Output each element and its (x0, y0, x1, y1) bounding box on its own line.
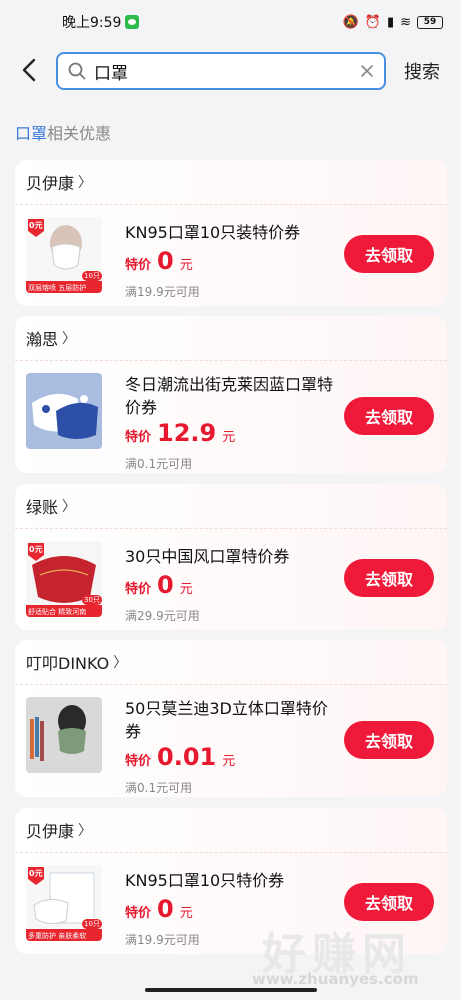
search-input[interactable]: 口罩 (56, 52, 386, 90)
search-button[interactable]: 搜索 (404, 58, 440, 84)
wifi-icon: ≋ (400, 14, 411, 30)
related-keyword: 口罩 (15, 124, 48, 143)
shop-name: 绿账 (26, 498, 59, 517)
chevron-right-icon: 〉 (62, 331, 77, 347)
thumb-tag: 0元 (29, 545, 43, 554)
watermark-url: www.zhuanyes.com (252, 970, 419, 988)
close-icon[interactable] (360, 64, 374, 78)
shop-link[interactable]: 绿账〉 (15, 484, 447, 528)
claim-button[interactable]: 去领取 (344, 235, 434, 273)
price-label: 特价 (125, 754, 152, 769)
claim-button[interactable]: 去领取 (344, 721, 434, 759)
shop-name: 贝伊康 (26, 174, 75, 193)
chevron-right-icon: 〉 (62, 499, 77, 515)
shop-link[interactable]: 贝伊康〉 (15, 808, 447, 852)
claim-button[interactable]: 去领取 (344, 397, 434, 435)
thumb-caption: 双层熔喷 五层防护 (28, 284, 87, 292)
mask-product-icon (26, 697, 102, 773)
related-suffix: 相关优惠 (47, 124, 112, 143)
search-header: 口罩 搜索 (0, 48, 461, 92)
product-image: 0元 双层熔喷 五层防护 10只 (26, 217, 102, 293)
shop-link[interactable]: 叮叩DINKO 〉 (15, 640, 447, 684)
alarm-icon: ⏰ (364, 14, 381, 30)
price-label: 特价 (125, 582, 152, 597)
coupon-title: KN95口罩10只装特价券 (125, 223, 301, 242)
back-button[interactable] (16, 56, 42, 84)
coupon-condition: 满0.1元可用 (125, 457, 193, 471)
price-label: 特价 (125, 430, 152, 445)
coupon-title: 冬日潮流出街克莱因蓝口罩特价券 (125, 375, 334, 417)
coupon-card: 贝伊康〉 0元 双层熔喷 五层防护 10只 KN95口罩10只装特价券 特价 0… (15, 160, 447, 306)
chevron-left-icon (22, 58, 36, 82)
coupon-condition: 满29.9元可用 (125, 609, 200, 623)
price-label: 特价 (125, 906, 152, 921)
signal-icon: ▮ (386, 14, 395, 30)
price-unit: 元 (179, 906, 193, 921)
price-value: 0.01 (157, 743, 217, 771)
coupon-condition: 满19.9元可用 (125, 933, 200, 947)
coupon-title: 30只中国风口罩特价券 (125, 547, 290, 566)
price-unit: 元 (222, 430, 236, 445)
shop-name: 叮叩DINKO (26, 654, 110, 673)
price-value: 0 (157, 895, 174, 923)
coupon-body: 0元 舒适贴合 精致河南 30只 30只中国风口罩特价券 特价 0 元 满29.… (15, 528, 447, 630)
price-unit: 元 (179, 582, 193, 597)
wechat-notification-icon (125, 15, 140, 29)
price-unit: 元 (222, 754, 236, 769)
related-deals-title: 口罩相关优惠 (15, 120, 111, 144)
price-label: 特价 (125, 258, 152, 273)
site-watermark: 好赚网 www.zhuanyes.com (252, 918, 452, 998)
mute-icon: 🔕 (342, 14, 359, 30)
product-image: 0元 多重防护 亲肤柔软 10只 (26, 865, 102, 941)
thumb-tag: 0元 (29, 221, 43, 230)
shop-link[interactable]: 瀚思〉 (15, 316, 447, 360)
price-value: 0 (157, 571, 174, 599)
price-value: 12.9 (157, 419, 217, 447)
coupon-condition: 满0.1元可用 (125, 781, 193, 795)
shop-name: 贝伊康 (26, 822, 75, 841)
battery-indicator: 59 (417, 15, 443, 29)
coupon-card: 叮叩DINKO 〉 50只莫兰迪3D立体口罩特价券 特价 0.01 元 满0.1元… (15, 640, 447, 797)
price-row: 特价 0 元 (125, 247, 193, 275)
coupon-title: 50只莫兰迪3D立体口罩特价券 (125, 699, 328, 741)
price-unit: 元 (179, 258, 193, 273)
shop-name: 瀚思 (26, 330, 59, 349)
chevron-right-icon: 〉 (113, 655, 128, 671)
coupon-condition: 满19.9元可用 (125, 285, 200, 299)
coupon-body: 0元 双层熔喷 五层防护 10只 KN95口罩10只装特价券 特价 0 元 满1… (15, 204, 447, 306)
thumb-badge: 10只 (82, 271, 102, 281)
shop-link[interactable]: 贝伊康〉 (15, 160, 447, 204)
status-bar: 晚上9:59 🔕 ⏰ ▮ ≋ 59 (0, 0, 461, 44)
chevron-right-icon: 〉 (78, 175, 93, 191)
status-time: 晚上9:59 (62, 15, 122, 31)
price-row: 特价 0 元 (125, 895, 193, 923)
thumb-caption: 多重防护 亲肤柔软 (28, 932, 87, 940)
coupon-body: 50只莫兰迪3D立体口罩特价券 特价 0.01 元 满0.1元可用 去领取 (15, 684, 447, 797)
coupon-card: 瀚思〉 冬日潮流出街克莱因蓝口罩特价券 特价 12.9 元 满0.1元可用 去领… (15, 316, 447, 473)
coupon-card: 绿账〉 0元 舒适贴合 精致河南 30只 30只中国风口罩特价券 特价 0 元 … (15, 484, 447, 630)
coupon-body: 冬日潮流出街克莱因蓝口罩特价券 特价 12.9 元 满0.1元可用 去领取 (15, 360, 447, 473)
status-left: 晚上9:59 (62, 12, 140, 32)
search-value[interactable]: 口罩 (94, 59, 360, 84)
claim-button[interactable]: 去领取 (344, 559, 434, 597)
price-value: 0 (157, 247, 174, 275)
product-image (26, 697, 102, 773)
product-image: 0元 舒适贴合 精致河南 30只 (26, 541, 102, 617)
coupon-title: KN95口罩10只特价券 (125, 871, 285, 890)
chevron-right-icon: 〉 (78, 823, 93, 839)
mask-product-icon (26, 373, 102, 449)
price-row: 特价 0.01 元 (125, 743, 235, 771)
thumb-badge: 10只 (82, 919, 102, 929)
thumb-tag: 0元 (29, 869, 43, 878)
price-row: 特价 0 元 (125, 571, 193, 599)
home-indicator[interactable] (145, 988, 317, 992)
price-row: 特价 12.9 元 (125, 419, 235, 447)
product-image (26, 373, 102, 449)
thumb-caption: 舒适贴合 精致河南 (28, 608, 87, 616)
search-icon (68, 62, 86, 80)
status-right: 🔕 ⏰ ▮ ≋ 59 (343, 15, 443, 30)
claim-button[interactable]: 去领取 (344, 883, 434, 921)
thumb-badge: 30只 (82, 595, 102, 605)
